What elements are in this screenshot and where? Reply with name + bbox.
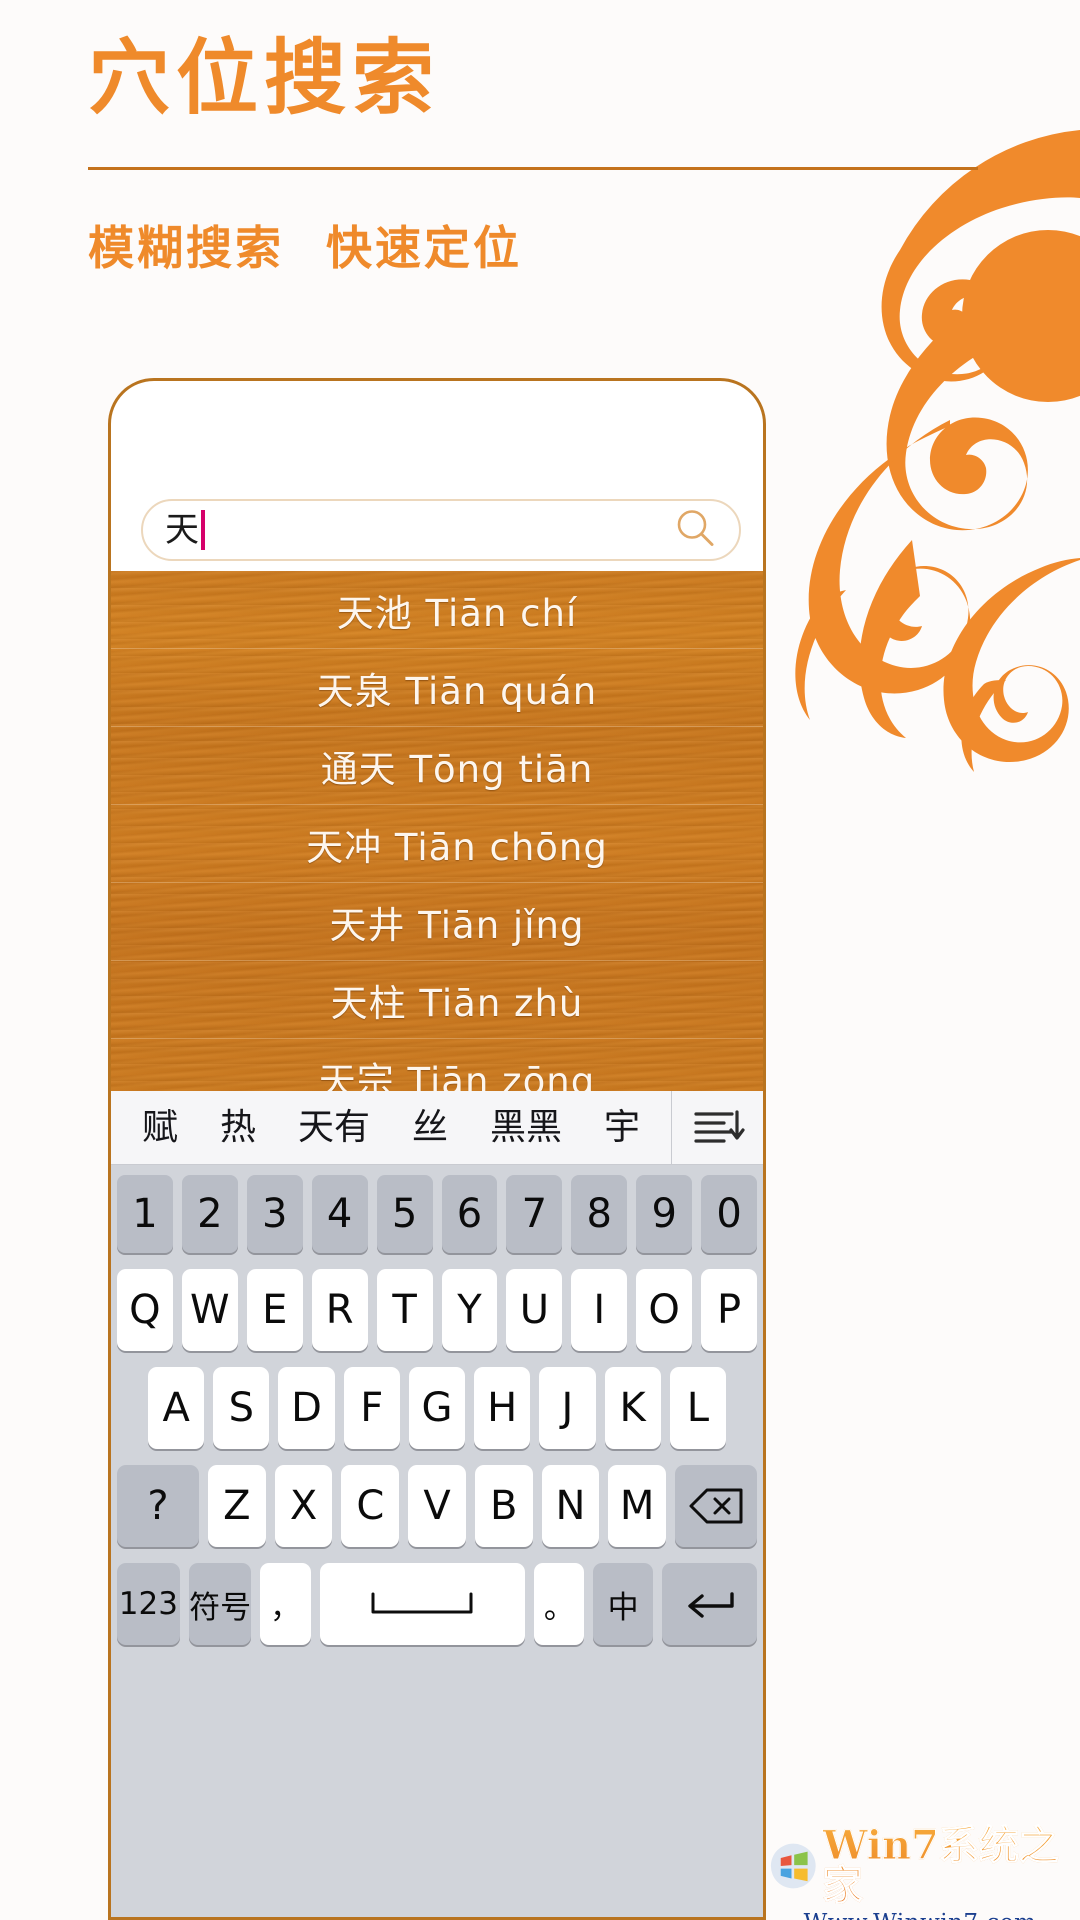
- key-z[interactable]: Z: [207, 1465, 266, 1547]
- search-input[interactable]: 天: [165, 513, 199, 547]
- key-8[interactable]: 8: [571, 1175, 628, 1253]
- list-item[interactable]: 天冲 Tiān chōng: [111, 805, 763, 883]
- watermark-url: Www.Winwin7.com: [770, 1910, 1070, 1920]
- suggestion-text: 天冲 Tiān chōng: [306, 825, 608, 869]
- key-s[interactable]: S: [213, 1367, 270, 1449]
- keyboard-row-qwerty: Q W E R T Y U I O P: [116, 1269, 758, 1351]
- windows-logo-icon: [770, 1843, 816, 1889]
- search-input-box[interactable]: 天: [141, 499, 741, 561]
- candidate-list[interactable]: 赋 热 天有 丝 黑黑 宇: [111, 1109, 671, 1146]
- key-t[interactable]: T: [376, 1269, 433, 1351]
- phone-mockup: 天 天池 Tiān chí 天泉 Tiān quán 通天 Tōng tiān …: [108, 378, 766, 1920]
- subtitle-right: 快速定位: [326, 221, 522, 275]
- key-i[interactable]: I: [571, 1269, 628, 1351]
- candidate-item[interactable]: 天有: [298, 1109, 370, 1146]
- ime-candidate-bar[interactable]: 赋 热 天有 丝 黑黑 宇: [111, 1090, 763, 1165]
- backspace-icon[interactable]: [675, 1465, 757, 1547]
- list-item[interactable]: 天宗 Tiān zōng: [111, 1039, 763, 1091]
- key-l[interactable]: L: [669, 1367, 726, 1449]
- key-language-toggle[interactable]: 中: [593, 1563, 653, 1645]
- key-m[interactable]: M: [608, 1465, 667, 1547]
- key-question-mark[interactable]: ?: [117, 1465, 199, 1547]
- key-x[interactable]: X: [274, 1465, 333, 1547]
- title-divider: [88, 167, 978, 170]
- key-f[interactable]: F: [343, 1367, 400, 1449]
- key-1[interactable]: 1: [116, 1175, 173, 1253]
- key-4[interactable]: 4: [311, 1175, 368, 1253]
- watermark-brand: Win7系统之家: [822, 1825, 1070, 1906]
- candidate-item[interactable]: 丝: [412, 1109, 448, 1146]
- on-screen-keyboard[interactable]: 1 2 3 4 5 6 7 8 9 0 Q W E R T Y U I O P …: [111, 1165, 763, 1917]
- candidate-item[interactable]: 赋: [142, 1109, 178, 1146]
- candidate-item[interactable]: 黑黑: [490, 1109, 562, 1146]
- key-g[interactable]: G: [408, 1367, 466, 1449]
- suggestion-text: 天井 Tiān jǐng: [329, 903, 585, 947]
- subtitle-left: 模糊搜索: [88, 221, 284, 275]
- key-y[interactable]: Y: [441, 1269, 498, 1351]
- key-v[interactable]: V: [408, 1465, 466, 1547]
- suggestion-text: 天柱 Tiān zhù: [330, 981, 584, 1025]
- text-caret: [201, 510, 205, 550]
- watermark: Win7系统之家 Www.Winwin7.com: [770, 1825, 1070, 1920]
- candidate-list-expand-icon[interactable]: [671, 1090, 763, 1165]
- key-u[interactable]: U: [506, 1269, 563, 1351]
- key-3[interactable]: 3: [246, 1175, 303, 1253]
- key-comma[interactable]: ，: [260, 1563, 311, 1645]
- keyboard-row-bottom: 123 符号 ， 。 中: [117, 1563, 758, 1645]
- page-title: 穴位搜索: [88, 31, 441, 126]
- search-bar[interactable]: 天: [141, 499, 741, 561]
- keyboard-row-zxcv: ? Z X C V B N M: [117, 1465, 757, 1547]
- key-c[interactable]: C: [341, 1465, 400, 1547]
- key-k[interactable]: K: [604, 1367, 661, 1449]
- list-item[interactable]: 天井 Tiān jǐng: [111, 883, 763, 961]
- return-arrow-icon[interactable]: [661, 1563, 758, 1645]
- list-item[interactable]: 通天 Tōng tiān: [111, 727, 763, 805]
- list-item[interactable]: 天泉 Tiān quán: [111, 649, 763, 727]
- key-q[interactable]: Q: [116, 1269, 173, 1351]
- suggestion-text: 天宗 Tiān zōng: [318, 1060, 596, 1091]
- key-d[interactable]: D: [278, 1367, 335, 1449]
- key-5[interactable]: 5: [376, 1175, 433, 1253]
- key-2[interactable]: 2: [181, 1175, 238, 1253]
- key-b[interactable]: B: [474, 1465, 533, 1547]
- candidate-item[interactable]: 热: [220, 1109, 256, 1146]
- key-r[interactable]: R: [311, 1269, 368, 1351]
- page-subtitle: 模糊搜索 快速定位: [88, 212, 522, 278]
- suggestion-text: 天池 Tiān chí: [336, 591, 578, 635]
- list-item[interactable]: 天池 Tiān chí: [111, 571, 763, 649]
- key-period[interactable]: 。: [534, 1563, 585, 1645]
- keyboard-row-asdf: A S D F G H J K L: [117, 1367, 757, 1449]
- key-e[interactable]: E: [246, 1269, 303, 1351]
- keyboard-number-row: 1 2 3 4 5 6 7 8 9 0: [116, 1175, 758, 1253]
- key-6[interactable]: 6: [441, 1175, 498, 1253]
- screenshot-root: 穴位搜索 模糊搜索 快速定位 天 天池 Tiān chí 天泉 Tiān quán…: [0, 0, 1080, 1920]
- key-9[interactable]: 9: [636, 1175, 693, 1253]
- key-h[interactable]: H: [474, 1367, 531, 1449]
- key-numeric-mode[interactable]: 123: [117, 1563, 180, 1645]
- list-item[interactable]: 天柱 Tiān zhù: [111, 961, 763, 1039]
- key-7[interactable]: 7: [506, 1175, 563, 1253]
- key-w[interactable]: W: [181, 1269, 238, 1351]
- candidate-item[interactable]: 宇: [604, 1109, 640, 1146]
- key-j[interactable]: J: [539, 1367, 596, 1449]
- key-n[interactable]: N: [541, 1465, 600, 1547]
- key-0[interactable]: 0: [701, 1175, 758, 1253]
- suggestion-text: 天泉 Tiān quán: [316, 669, 598, 713]
- key-p[interactable]: P: [701, 1269, 758, 1351]
- key-a[interactable]: A: [148, 1367, 205, 1449]
- key-o[interactable]: O: [636, 1269, 693, 1351]
- suggestion-text: 通天 Tōng tiān: [320, 747, 594, 791]
- search-icon[interactable]: [673, 506, 717, 555]
- key-symbols[interactable]: 符号: [188, 1563, 252, 1645]
- acupoint-suggestion-list[interactable]: 天池 Tiān chí 天泉 Tiān quán 通天 Tōng tiān 天冲…: [111, 571, 763, 1091]
- key-space[interactable]: [319, 1563, 526, 1645]
